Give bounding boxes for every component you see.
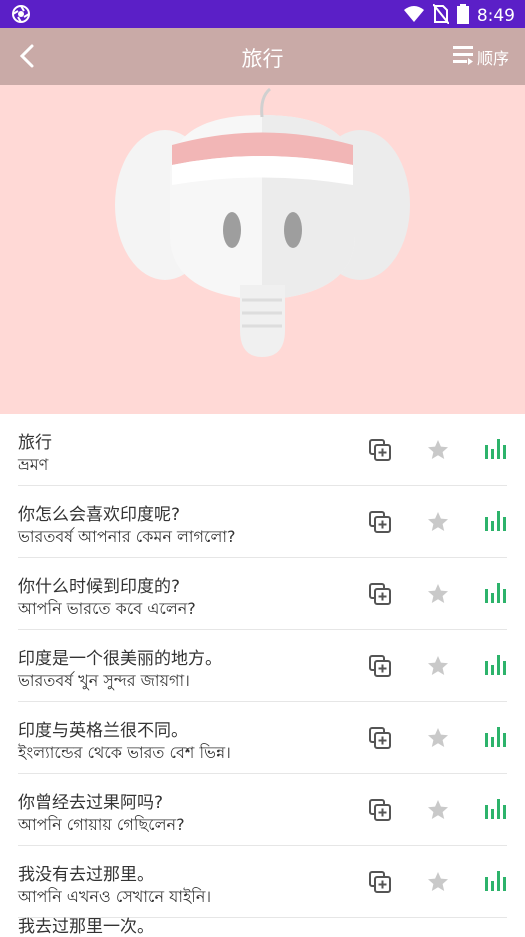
star-icon[interactable]: [426, 798, 450, 822]
phrase-bengali: আপনি এখনও সেখানে যাইনি।: [18, 887, 212, 906]
phrase-chinese: 我没有去过那里。: [18, 865, 154, 885]
list-item[interactable]: 你什么时候到印度的? আপনি ভারতে কবে এলেন?: [18, 558, 507, 630]
phrase-bengali: ভারতবর্ষ খুন সুন্দর জায়গা।: [18, 671, 190, 690]
list-item[interactable]: 你怎么会喜欢印度呢? ভারতবর্ষ আপনার কেমন লাগলো?: [18, 486, 507, 558]
add-to-collection-icon[interactable]: [368, 726, 392, 750]
order-button[interactable]: 顺序: [451, 43, 509, 71]
audio-level-icon[interactable]: [484, 653, 508, 677]
audio-level-icon[interactable]: [484, 869, 508, 893]
phrase-bengali: আপনি ভারতে কবে এলেন?: [18, 599, 196, 618]
phrase-bengali: ভারতবর্ষ আপনার কেমন লাগলো?: [18, 527, 236, 546]
hero-banner: [0, 85, 525, 414]
add-to-collection-icon[interactable]: [368, 654, 392, 678]
status-bar: 8:49: [0, 0, 525, 28]
phrase-bengali: ইংল্যান্ডের থেকে ভারত বেশ ভিন্ন।: [18, 743, 231, 762]
wifi-icon: [403, 5, 425, 27]
elephant-icon: [115, 87, 410, 357]
list-item[interactable]: 印度是一个很美丽的地方。 ভারতবর্ষ খুন সুন্দর জায়গা।: [18, 630, 507, 702]
order-label: 顺序: [476, 49, 509, 68]
audio-level-icon[interactable]: [484, 581, 508, 605]
star-icon[interactable]: [426, 582, 450, 606]
add-to-collection-icon[interactable]: [368, 798, 392, 822]
battery-icon: [456, 4, 469, 28]
audio-level-icon[interactable]: [484, 797, 508, 821]
add-to-collection-icon[interactable]: [368, 582, 392, 606]
star-icon[interactable]: [426, 870, 450, 894]
phrase-bengali: ভ্রমণ: [18, 455, 49, 474]
phrase-chinese: 印度与英格兰很不同。: [18, 721, 188, 741]
phrase-chinese: 你什么时候到印度的?: [18, 577, 181, 597]
audio-level-icon[interactable]: [484, 509, 508, 533]
partial-phrase: 我去过那里一次。: [18, 917, 154, 937]
no-sim-icon: [432, 3, 450, 28]
list-item[interactable]: 我没有去过那里。 আপনি এখনও সেখানে যাইনি।: [18, 846, 507, 918]
page-title: 旅行: [241, 47, 284, 71]
list-item[interactable]: 印度与英格兰很不同。 ইংল্যান্ডের থেকে ভারত বেশ ভিন…: [18, 702, 507, 774]
add-to-collection-icon[interactable]: [368, 438, 392, 462]
star-icon[interactable]: [426, 438, 450, 462]
app-bar: 旅行 顺序: [0, 28, 525, 85]
phrase-chinese: 旅行: [18, 433, 52, 453]
add-to-collection-icon[interactable]: [368, 870, 392, 894]
phrase-bengali: আপনি গোয়ায় গেছিলেন?: [18, 815, 185, 834]
list-item[interactable]: 旅行 ভ্রমণ: [18, 414, 507, 486]
status-time: 8:49: [476, 6, 515, 26]
sort-icon: [451, 43, 475, 71]
phrase-list: 旅行 ভ্রমণ 你怎么会喜欢印度呢? ভারতবর্ষ আপনার কেমন …: [0, 414, 525, 918]
phrase-chinese: 你曾经去过果阿吗?: [18, 793, 164, 813]
star-icon[interactable]: [426, 510, 450, 534]
phrase-chinese: 印度是一个很美丽的地方。: [18, 649, 222, 669]
list-item[interactable]: 你曾经去过果阿吗? আপনি গোয়ায় গেছিলেন?: [18, 774, 507, 846]
app-icon: [12, 5, 30, 27]
star-icon[interactable]: [426, 726, 450, 750]
audio-level-icon[interactable]: [484, 437, 508, 461]
audio-level-icon[interactable]: [484, 725, 508, 749]
star-icon[interactable]: [426, 654, 450, 678]
add-to-collection-icon[interactable]: [368, 510, 392, 534]
phrase-chinese: 你怎么会喜欢印度呢?: [18, 505, 181, 525]
